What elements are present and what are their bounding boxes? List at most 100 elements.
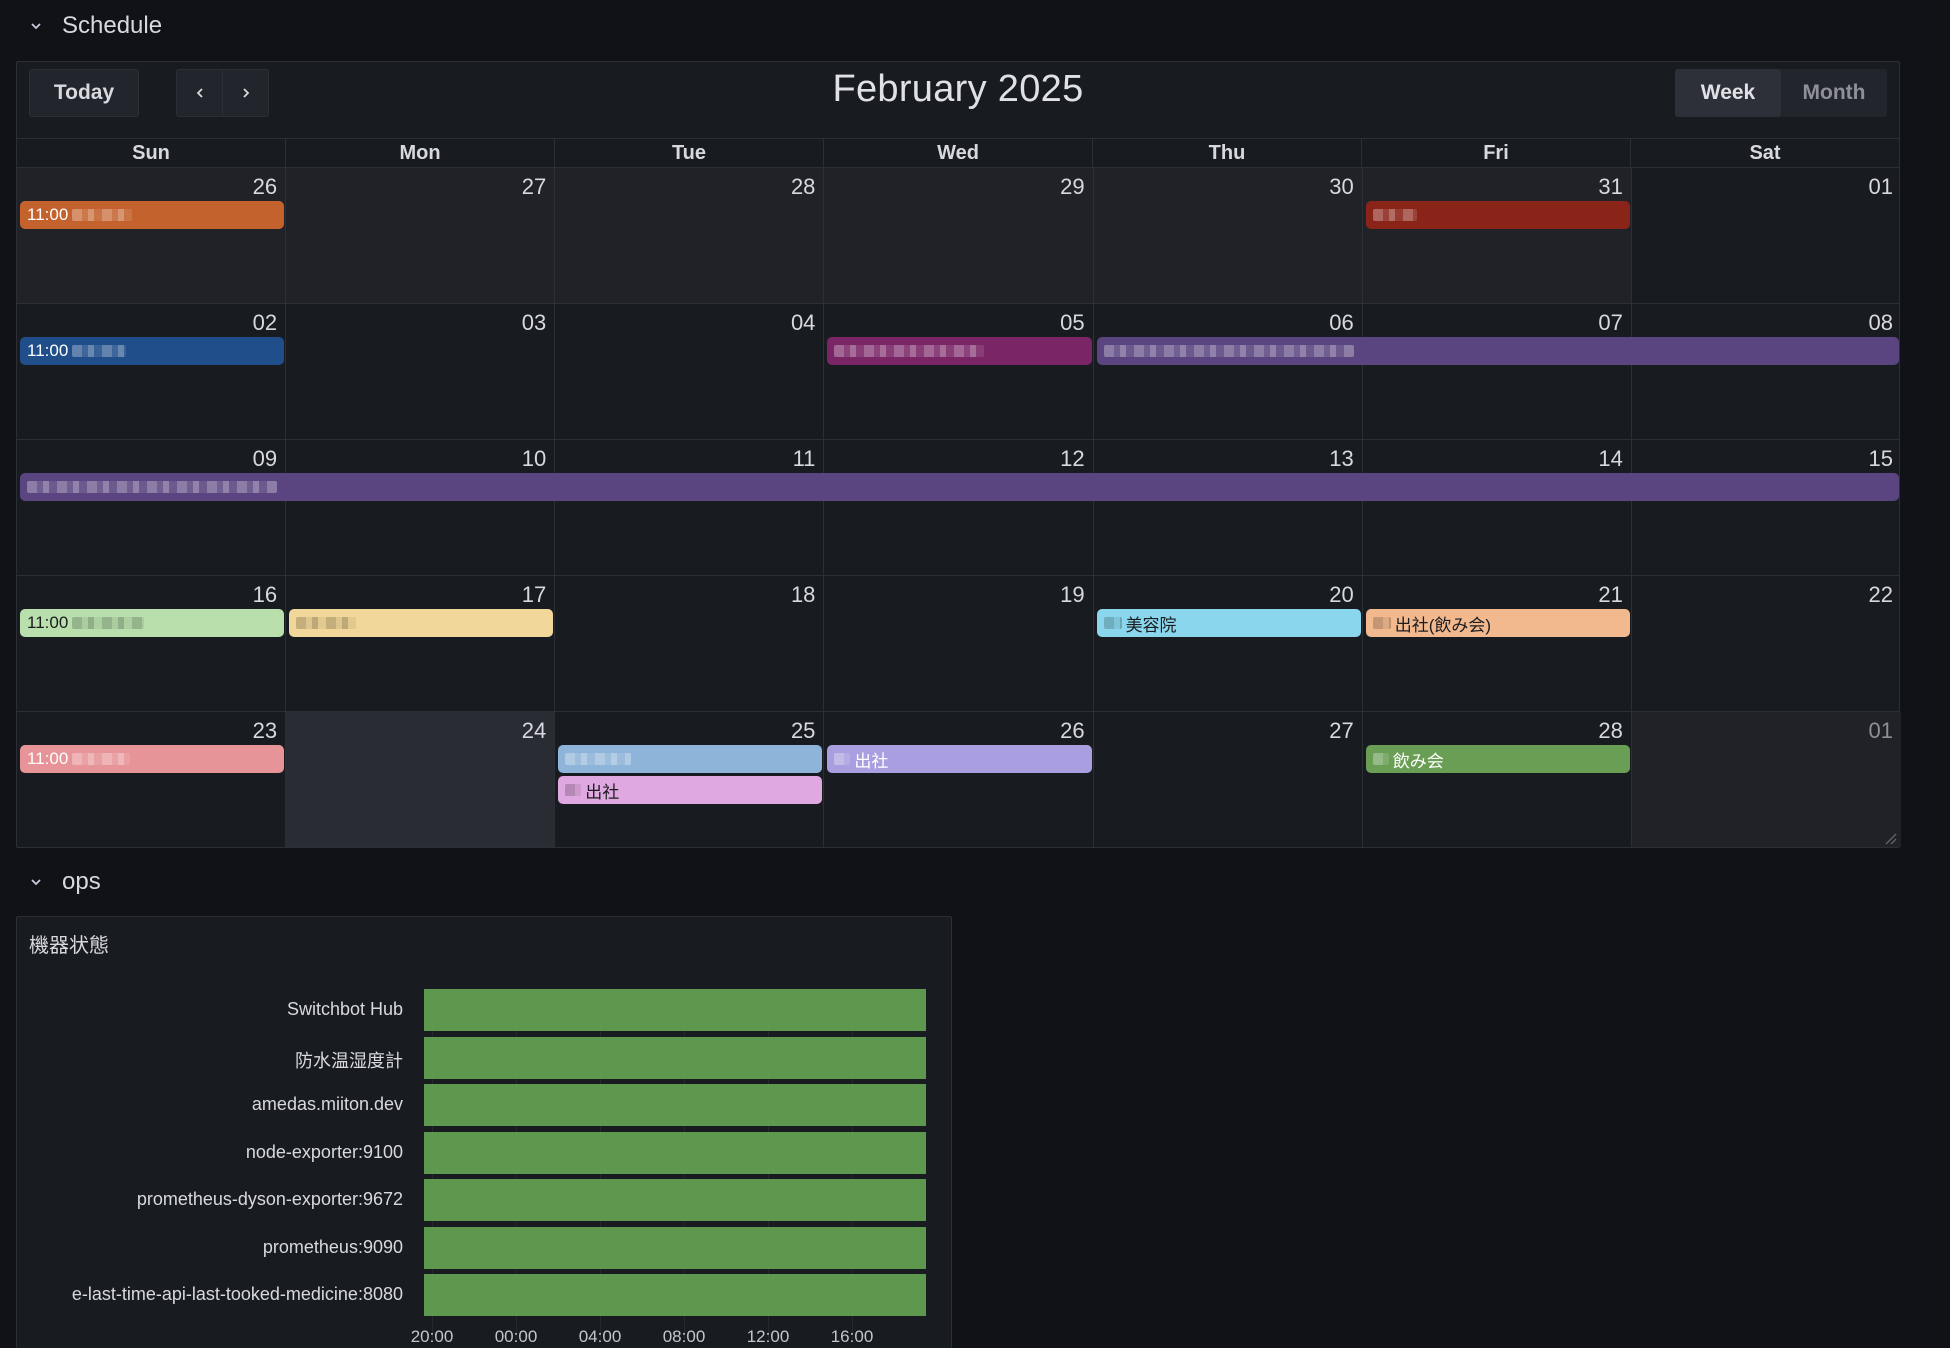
calendar-day-cell[interactable]: 14: [1363, 440, 1632, 575]
timeline-row-label: amedas.miiton.dev: [251, 1094, 403, 1114]
calendar-event[interactable]: 美容院: [1096, 609, 1361, 637]
calendar-day-cell[interactable]: 21: [1363, 576, 1632, 711]
calendar-event[interactable]: 出社: [827, 745, 1092, 773]
calendar-event[interactable]: [289, 609, 554, 637]
day-number: 24: [521, 718, 547, 743]
view-switcher: Week Month: [1675, 69, 1887, 117]
calendar-event[interactable]: [827, 337, 1092, 365]
day-number: 14: [1598, 446, 1623, 471]
weekday-label: Thu: [1093, 139, 1362, 167]
timeline-state-bar[interactable]: [424, 1131, 926, 1174]
calendar-day-cell[interactable]: 19: [824, 576, 1094, 711]
calendar-day-cell[interactable]: 23: [17, 712, 287, 847]
redacted-text: [27, 481, 277, 493]
x-axis-tick-label: 08:00: [662, 1327, 706, 1346]
calendar-day-cell[interactable]: 17: [286, 576, 556, 711]
weekday-label: Sat: [1749, 142, 1781, 164]
resize-handle-icon[interactable]: [1883, 831, 1897, 845]
calendar-event[interactable]: 飲み会: [1365, 745, 1630, 773]
calendar-day-cell[interactable]: 20: [1094, 576, 1363, 711]
calendar-event[interactable]: 11:00: [20, 337, 285, 365]
calendar-day-cell[interactable]: 26: [17, 168, 287, 303]
calendar-event[interactable]: [20, 473, 1899, 501]
calendar-event[interactable]: 11:00: [20, 201, 285, 229]
calendar-day-cell[interactable]: 18: [555, 576, 825, 711]
calendar-event[interactable]: 11:00: [20, 745, 285, 773]
calendar-event[interactable]: 出社: [558, 776, 823, 804]
calendar-day-cell[interactable]: 05: [824, 304, 1094, 439]
calendar-day-cell[interactable]: 27: [286, 168, 556, 303]
redacted-text: [296, 617, 357, 629]
weekday-label: Sun: [17, 139, 286, 167]
redacted-text: [565, 753, 632, 765]
calendar-day-cell[interactable]: 10: [286, 440, 556, 575]
calendar-day-cell[interactable]: 27: [1094, 712, 1363, 847]
timeline-state-bar[interactable]: [424, 1226, 926, 1269]
event-time: 11:00: [27, 341, 69, 360]
calendar-day-cell[interactable]: 02: [17, 304, 287, 439]
chevron-down-icon[interactable]: [26, 872, 46, 892]
day-number: 09: [252, 446, 278, 471]
calendar-day-cell[interactable]: 11: [555, 440, 825, 575]
day-number: 08: [1868, 310, 1893, 335]
calendar-day-cell[interactable]: 28: [1363, 712, 1632, 847]
calendar-day-cell[interactable]: 04: [555, 304, 825, 439]
calendar-day-cell[interactable]: 03: [286, 304, 556, 439]
calendar-day-cell[interactable]: 30: [1093, 168, 1363, 303]
timeline-state-bar[interactable]: [424, 989, 926, 1031]
calendar-day-cell[interactable]: 09: [17, 440, 287, 575]
row-header-schedule[interactable]: Schedule: [26, 6, 162, 46]
timeline-state-bar[interactable]: [424, 1274, 926, 1316]
panel-title: 機器状態: [29, 935, 109, 957]
redacted-text: [72, 345, 127, 357]
redacted-text: [72, 617, 145, 629]
timeline-state-bar[interactable]: [424, 1036, 926, 1079]
calendar-day-cell[interactable]: 15: [1632, 440, 1901, 575]
chevron-down-icon[interactable]: [26, 16, 46, 36]
calendar-day-cell[interactable]: 06: [1094, 304, 1363, 439]
timeline-state-bar[interactable]: [424, 1179, 926, 1221]
calendar-day-cell[interactable]: 12: [824, 440, 1094, 575]
calendar-event[interactable]: 11:00: [20, 609, 285, 637]
x-axis-tick-label: 00:00: [494, 1327, 538, 1346]
calendar-event[interactable]: [558, 745, 823, 773]
calendar-day-cell[interactable]: 13: [1094, 440, 1363, 575]
calendar-day-cell[interactable]: 28: [555, 168, 825, 303]
row-header-ops[interactable]: ops: [26, 862, 101, 902]
calendar-day-cell[interactable]: 31: [1362, 168, 1632, 303]
calendar-day-cell[interactable]: 01: [1631, 712, 1901, 847]
calendar-day-cell[interactable]: 22: [1632, 576, 1901, 711]
calendar-event[interactable]: [1096, 337, 1899, 365]
redacted-text: [72, 209, 133, 221]
weekday-label: Fri: [1362, 139, 1631, 167]
month-view-button[interactable]: Month: [1781, 69, 1887, 117]
calendar-week: 09 10 11 12 13 14 15: [17, 440, 1899, 576]
calendar-day-cell[interactable]: 01: [1632, 168, 1901, 303]
redacted-text: [1372, 617, 1391, 629]
weekday-label: Wed: [824, 139, 1093, 167]
calendar-day-cell[interactable]: 26: [824, 712, 1094, 847]
day-number: 10: [521, 446, 547, 471]
calendar-event[interactable]: [1365, 201, 1630, 229]
calendar-event[interactable]: 出社(飲み会): [1365, 609, 1630, 637]
day-number: 02: [252, 310, 278, 335]
calendar-panel: Today February 2025 Week Month Sun Mon T…: [16, 61, 1901, 848]
calendar-day-cell[interactable]: 07: [1363, 304, 1632, 439]
timeline-row-label: prometheus:9090: [262, 1236, 403, 1257]
calendar-week: 02 03 04 05 06 07 08: [17, 304, 1899, 440]
calendar-day-cell[interactable]: 16: [17, 576, 287, 711]
day-number: 11: [792, 446, 816, 471]
calendar-day-cell[interactable]: 24: [286, 712, 556, 847]
week-view-button[interactable]: Week: [1675, 69, 1781, 117]
day-number: 26: [252, 174, 278, 199]
event-time: 11:00: [27, 749, 69, 768]
timeline-row-label: prometheus-dyson-exporter:9672: [136, 1189, 403, 1209]
calendar-day-cell[interactable]: 08: [1632, 304, 1901, 439]
redacted-text: [565, 784, 582, 796]
timeline-row-label: node-exporter:9100: [245, 1141, 403, 1162]
day-number: 30: [1329, 174, 1354, 199]
calendar-title: February 2025: [832, 68, 1084, 110]
calendar-day-cell[interactable]: 29: [824, 168, 1094, 303]
timeline-state-bar[interactable]: [424, 1084, 926, 1126]
day-number: 18: [790, 582, 816, 607]
